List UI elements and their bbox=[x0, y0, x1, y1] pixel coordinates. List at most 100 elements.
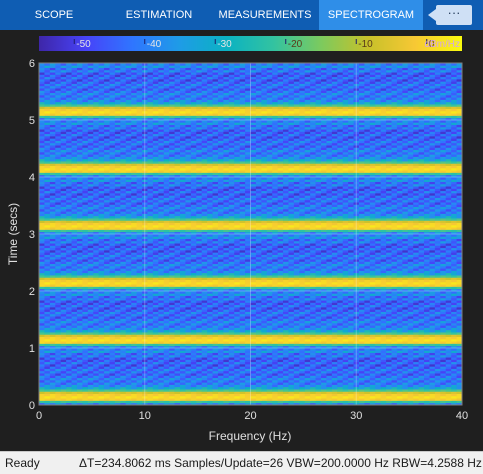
heatmap-cell bbox=[332, 280, 338, 283]
heatmap-cell bbox=[375, 391, 381, 394]
heatmap-cell bbox=[55, 305, 61, 308]
heatmap-cell bbox=[337, 280, 343, 283]
heatmap-cell bbox=[115, 284, 121, 287]
heatmap-cell bbox=[88, 339, 94, 342]
heatmap-cell bbox=[343, 277, 349, 280]
heatmap-cell bbox=[234, 382, 240, 385]
heatmap-cell bbox=[229, 366, 235, 369]
heatmap-cell bbox=[240, 396, 246, 399]
heatmap-cell bbox=[120, 309, 126, 312]
heatmap-cell bbox=[332, 355, 338, 358]
heatmap-cell bbox=[364, 357, 370, 360]
heatmap-cell bbox=[115, 325, 121, 328]
heatmap-cell bbox=[332, 316, 338, 319]
heatmap-cell bbox=[82, 353, 88, 356]
heatmap-cell bbox=[240, 268, 246, 271]
heatmap-cell bbox=[397, 309, 403, 312]
heatmap-cell bbox=[413, 314, 419, 317]
tab-measurements[interactable]: MEASUREMENTS bbox=[216, 0, 314, 30]
heatmap-cell bbox=[153, 369, 159, 372]
heatmap-cell bbox=[88, 261, 94, 264]
heatmap-cell bbox=[381, 282, 387, 285]
heatmap-cell bbox=[66, 327, 72, 330]
heatmap-cell bbox=[185, 373, 191, 376]
heatmap-cell bbox=[72, 286, 78, 289]
heatmap-cell bbox=[375, 312, 381, 315]
heatmap-cell bbox=[77, 332, 83, 335]
heatmap-cell bbox=[104, 282, 110, 285]
tab-scope[interactable]: SCOPE bbox=[24, 0, 84, 30]
heatmap-cell bbox=[359, 375, 365, 378]
heatmap-cell bbox=[348, 339, 354, 342]
heatmap-cell bbox=[305, 332, 311, 335]
heatmap-cell bbox=[419, 334, 425, 337]
heatmap-cell bbox=[55, 318, 61, 321]
heatmap-cell bbox=[332, 270, 338, 273]
heatmap-cell bbox=[294, 362, 300, 365]
heatmap-cell bbox=[402, 305, 408, 308]
heatmap-cell bbox=[99, 321, 105, 324]
heatmap-cell bbox=[359, 384, 365, 387]
heatmap-cell bbox=[402, 396, 408, 399]
heatmap-cell bbox=[99, 286, 105, 289]
heatmap-cell bbox=[299, 334, 305, 337]
heatmap-cell bbox=[77, 394, 83, 397]
heatmap-cell bbox=[375, 353, 381, 356]
heatmap-cell bbox=[120, 266, 126, 269]
heatmap-cell bbox=[294, 371, 300, 374]
heatmap-cell bbox=[272, 302, 278, 305]
heatmap-cell bbox=[44, 309, 50, 312]
heatmap-cell bbox=[50, 318, 56, 321]
heatmap-cell bbox=[88, 350, 94, 353]
heatmap-cell bbox=[153, 296, 159, 299]
heatmap-cell bbox=[66, 330, 72, 333]
heatmap-cell bbox=[234, 325, 240, 328]
heatmap-cell bbox=[61, 371, 67, 374]
heatmap-cell bbox=[359, 343, 365, 346]
heatmap-cell bbox=[283, 298, 289, 301]
heatmap-cell bbox=[115, 371, 121, 374]
heatmap-cell bbox=[66, 309, 72, 312]
heatmap-cell bbox=[419, 400, 425, 403]
heatmap-cell bbox=[402, 266, 408, 269]
heatmap-cell bbox=[278, 284, 284, 287]
heatmap-cell bbox=[131, 268, 137, 271]
heatmap-cell bbox=[104, 378, 110, 381]
heatmap-cell bbox=[294, 305, 300, 308]
more-options-button[interactable]: ··· bbox=[436, 5, 472, 25]
heatmap-cell bbox=[316, 350, 322, 353]
heatmap-cell bbox=[131, 396, 137, 399]
heatmap-cell bbox=[180, 270, 186, 273]
heatmap-cell bbox=[288, 334, 294, 337]
heatmap-cell bbox=[343, 323, 349, 326]
heatmap-cell bbox=[326, 359, 332, 362]
heatmap-cell bbox=[397, 321, 403, 324]
heatmap-cell bbox=[440, 302, 446, 305]
heatmap-cell bbox=[337, 380, 343, 383]
heatmap-cell bbox=[126, 353, 132, 356]
heatmap-cell bbox=[126, 332, 132, 335]
heatmap-cell bbox=[240, 305, 246, 308]
heatmap-cell bbox=[180, 280, 186, 283]
heatmap-cell bbox=[440, 321, 446, 324]
heatmap-cell bbox=[93, 323, 99, 326]
heatmap-cell bbox=[234, 362, 240, 365]
heatmap-cell bbox=[337, 389, 343, 392]
heatmap-cell bbox=[381, 373, 387, 376]
heatmap-cell bbox=[337, 394, 343, 397]
tab-spectrogram[interactable]: SPECTROGRAM bbox=[319, 0, 423, 30]
tab-estimation[interactable]: ESTIMATION bbox=[117, 0, 201, 30]
heatmap-cell bbox=[158, 307, 164, 310]
heatmap-cell bbox=[272, 275, 278, 278]
heatmap-cell bbox=[288, 380, 294, 383]
heatmap-cell bbox=[413, 268, 419, 271]
heatmap-cell bbox=[316, 277, 322, 280]
heatmap-cell bbox=[326, 259, 332, 262]
heatmap-cell bbox=[326, 284, 332, 287]
heatmap-cell bbox=[397, 396, 403, 399]
heatmap-cell bbox=[446, 353, 452, 356]
heatmap-cell bbox=[305, 334, 311, 337]
heatmap-cell bbox=[408, 273, 414, 276]
heatmap-cell bbox=[413, 302, 419, 305]
heatmap-cell bbox=[397, 380, 403, 383]
